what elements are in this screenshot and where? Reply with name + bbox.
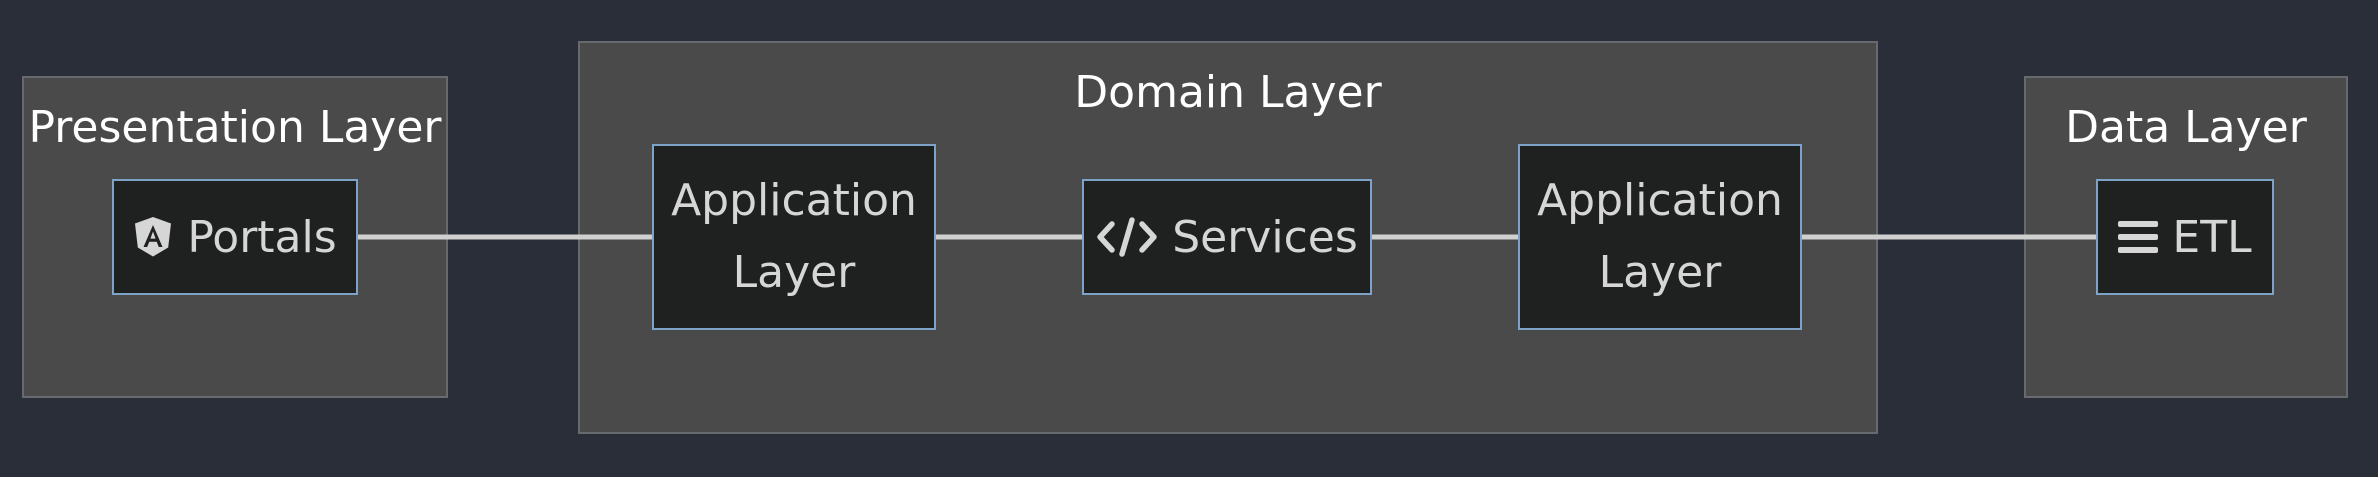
data-layer-title: Data Layer [2065, 102, 2307, 153]
services-label: Services [1172, 211, 1358, 263]
application-layer-right-line1: Application [1537, 175, 1783, 226]
services-node[interactable]: Services [1082, 179, 1372, 295]
application-layer-right-line2: Layer [1598, 247, 1722, 298]
portals-label: Portals [187, 211, 337, 263]
portals-node[interactable]: Portals [112, 179, 358, 295]
bars-icon [2118, 219, 2159, 255]
application-layer-node-right[interactable]: Application Layer [1518, 144, 1802, 330]
presentation-layer-title: Presentation Layer [28, 102, 442, 153]
etl-node[interactable]: ETL [2096, 179, 2274, 295]
code-icon [1096, 216, 1158, 258]
etl-label: ETL [2172, 211, 2252, 263]
domain-layer-title: Domain Layer [1074, 67, 1382, 118]
angular-icon [133, 216, 173, 258]
application-layer-node-left[interactable]: Application Layer [652, 144, 936, 330]
application-layer-left-line2: Layer [732, 247, 856, 298]
application-layer-left-line1: Application [671, 175, 917, 226]
